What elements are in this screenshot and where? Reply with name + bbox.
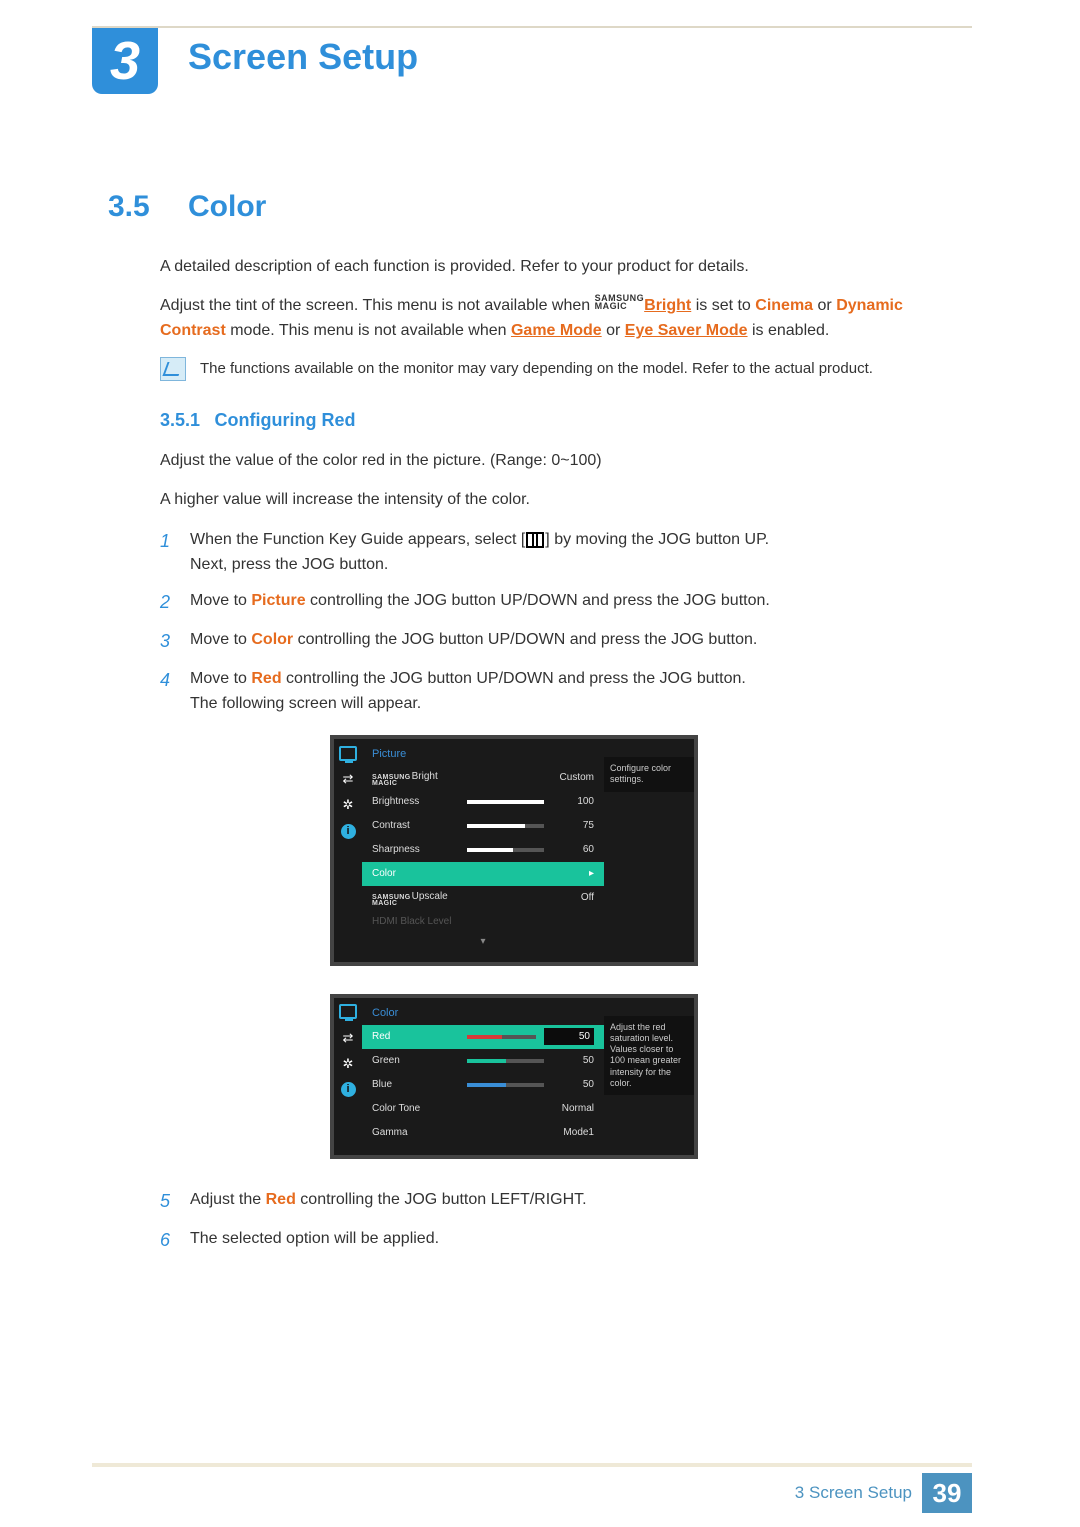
samsung-magic-brand: SAMSUNGMAGIC: [595, 294, 645, 310]
gear-icon: ✲: [339, 1056, 357, 1072]
footer-text: 3 Screen Setup: [795, 1483, 912, 1503]
osd-row-red-selected: Red 50: [362, 1025, 604, 1049]
subsection-title: Configuring Red: [215, 410, 356, 430]
red-label: Red: [251, 670, 281, 687]
move-icon: ⇄: [339, 771, 357, 787]
chevron-right-icon: ▸: [552, 866, 594, 882]
note-text: The functions available on the monitor m…: [200, 357, 960, 380]
note-icon: [160, 357, 186, 381]
menu-icon: [526, 532, 544, 548]
step-4: 4 Move to Red controlling the JOG button…: [160, 666, 960, 717]
osd-row-contrast: Contrast 75: [362, 814, 604, 838]
info-icon: i: [339, 1082, 357, 1098]
section-number: 3.5: [108, 190, 150, 224]
step-5: 5 Adjust the Red controlling the JOG but…: [160, 1187, 960, 1216]
osd-title: Picture: [362, 743, 604, 766]
color-label: Color: [251, 631, 293, 648]
osd-icon-rail: ⇄ ✲ i: [334, 739, 362, 962]
osd-row-colortone: Color Tone Normal: [362, 1097, 604, 1121]
bright-link[interactable]: Bright: [644, 297, 691, 314]
osd-tip: Configure color settings.: [604, 757, 694, 792]
red-label: Red: [266, 1191, 296, 1208]
monitor-icon: [339, 745, 357, 761]
osd-row-magicbright: SAMSUNGMAGICBright Custom: [362, 766, 604, 790]
osd-title: Color: [362, 1002, 604, 1025]
osd-row-hdmi-black: HDMI Black Level: [362, 910, 604, 934]
osd-row-blue: Blue 50: [362, 1073, 604, 1097]
step-6: 6 The selected option will be applied.: [160, 1226, 960, 1255]
eye-saver-mode-link[interactable]: Eye Saver Mode: [625, 322, 748, 339]
chevron-down-icon: ▾: [362, 934, 604, 952]
subsection-number: 3.5.1: [160, 410, 200, 430]
picture-label: Picture: [251, 592, 305, 609]
move-icon: ⇄: [339, 1030, 357, 1046]
sub-paragraph-1: Adjust the value of the color red in the…: [160, 449, 960, 474]
osd-tip: Adjust the red saturation level. Values …: [604, 1016, 694, 1096]
monitor-icon: [339, 1004, 357, 1020]
info-icon: i: [339, 823, 357, 839]
gear-icon: ✲: [339, 797, 357, 813]
chapter-number: 3: [110, 30, 140, 92]
osd-row-gamma: Gamma Mode1: [362, 1121, 604, 1145]
note-row: The functions available on the monitor m…: [160, 357, 960, 381]
steps-list: 1 When the Function Key Guide appears, s…: [160, 527, 960, 717]
footer-rule: [92, 1463, 972, 1467]
step-2: 2 Move to Picture controlling the JOG bu…: [160, 588, 960, 617]
intro-paragraph-2: Adjust the tint of the screen. This menu…: [160, 294, 960, 344]
osd-row-sharpness: Sharpness 60: [362, 838, 604, 862]
top-rule: [92, 26, 972, 28]
osd-row-magicupscale: SAMSUNGMAGICUpscale Off: [362, 886, 604, 910]
section-title: Color: [188, 190, 266, 224]
intro-paragraph-1: A detailed description of each function …: [160, 255, 960, 280]
chapter-tab: 3: [92, 28, 158, 94]
osd-row-brightness: Brightness 100: [362, 790, 604, 814]
osd-row-color-selected: Color ▸: [362, 862, 604, 886]
page-number: 39: [922, 1473, 972, 1513]
steps-list-continued: 5 Adjust the Red controlling the JOG but…: [160, 1187, 960, 1255]
osd-color-panel: ⇄ ✲ i Color Red 50 Green 50 Blue: [330, 994, 698, 1159]
osd-picture-panel: ⇄ ✲ i Picture SAMSUNGMAGICBright Custom …: [330, 735, 698, 966]
step-1: 1 When the Function Key Guide appears, s…: [160, 527, 960, 578]
subsection-heading: 3.5.1 Configuring Red: [160, 407, 960, 435]
step-3: 3 Move to Color controlling the JOG butt…: [160, 627, 960, 656]
osd-row-green: Green 50: [362, 1049, 604, 1073]
game-mode-link[interactable]: Game Mode: [511, 322, 602, 339]
cinema-label: Cinema: [755, 297, 813, 314]
chapter-title: Screen Setup: [188, 36, 418, 78]
osd-icon-rail: ⇄ ✲ i: [334, 998, 362, 1155]
sub-paragraph-2: A higher value will increase the intensi…: [160, 488, 960, 513]
